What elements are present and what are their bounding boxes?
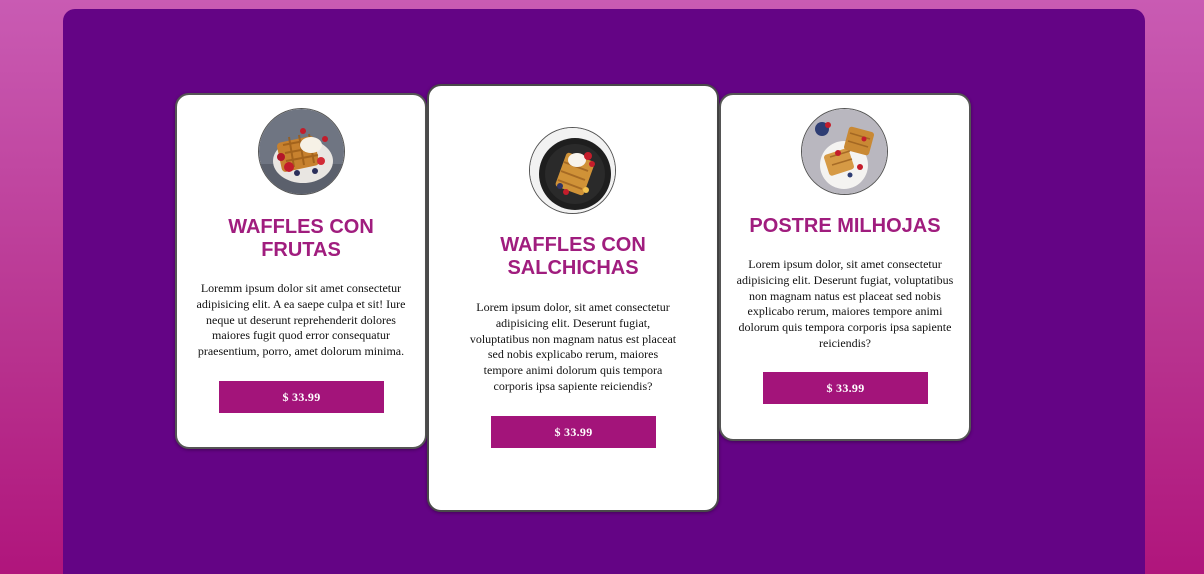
waffles-sausage-image (529, 127, 616, 214)
product-card-waffles-frutas: WAFFLES CON FRUTAS Loremm ipsum dolor si… (175, 93, 427, 449)
product-card-postre-milhojas: POSTRE MILHOJAS Lorem ipsum dolor, sit a… (719, 93, 971, 441)
card-description: Lorem ipsum dolor, sit amet consectetur … (469, 300, 677, 393)
product-card-waffles-salchichas: WAFFLES CON SALCHICHAS Lorem ipsum dolor… (427, 84, 719, 512)
waffles-fruit-image (258, 108, 345, 195)
card-description: Loremm ipsum dolor sit amet consectetur … (196, 281, 406, 359)
price-button[interactable]: $ 33.99 (763, 372, 928, 404)
card-title: WAFFLES CON FRUTAS (228, 216, 374, 261)
milhojas-dessert-image (801, 108, 888, 195)
price-button[interactable]: $ 33.99 (491, 416, 656, 448)
card-description: Lorem ipsum dolor, sit amet consectetur … (736, 257, 954, 350)
card-title: WAFFLES CON SALCHICHAS (500, 234, 646, 279)
price-button[interactable]: $ 33.99 (219, 381, 384, 413)
card-title: POSTRE MILHOJAS (749, 215, 941, 237)
